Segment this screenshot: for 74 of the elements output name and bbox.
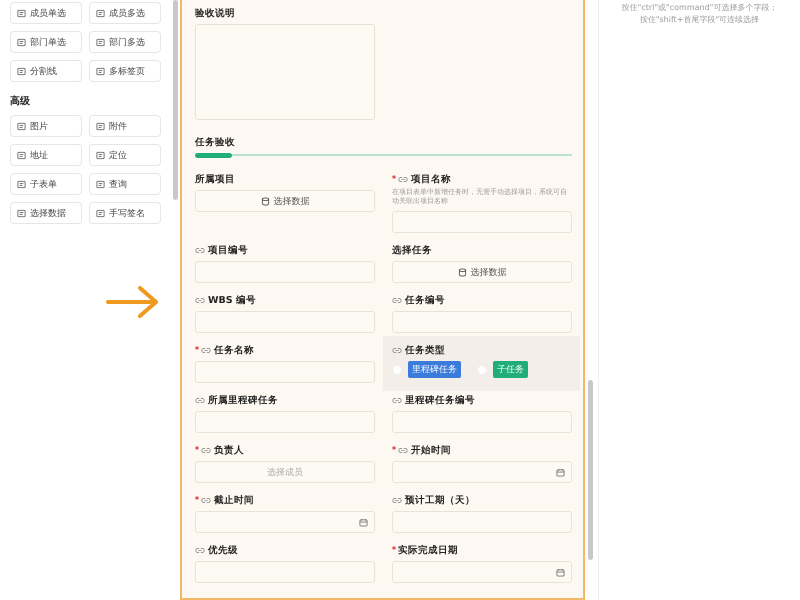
field-type-item[interactable]: 部门单选 bbox=[10, 31, 82, 53]
field-icon bbox=[17, 66, 26, 76]
field-label: 任务类型 bbox=[405, 344, 445, 357]
text-input[interactable] bbox=[195, 261, 375, 284]
field-icon bbox=[17, 122, 26, 130]
section-title: 任务验收 bbox=[195, 136, 236, 149]
field-type-item[interactable]: 部门多选 bbox=[89, 31, 161, 53]
field-icon bbox=[17, 208, 26, 218]
field-type-item[interactable]: 手写签名 bbox=[89, 202, 161, 224]
field-icon bbox=[17, 8, 26, 18]
field-label: 所属里程碑任务 bbox=[208, 394, 278, 407]
date-field[interactable] bbox=[392, 561, 572, 584]
field-label: 截止时间 bbox=[214, 494, 254, 507]
field-type-item[interactable]: 多标签页 bbox=[89, 60, 161, 82]
field-icon bbox=[17, 38, 26, 46]
field-label: 实际完成日期 bbox=[398, 544, 458, 557]
text-input[interactable] bbox=[195, 411, 375, 434]
field-icon bbox=[96, 38, 105, 46]
text-input[interactable] bbox=[392, 211, 572, 234]
field-icon bbox=[17, 180, 26, 188]
field-type-item[interactable]: 选择数据 bbox=[10, 202, 82, 224]
section-indicator bbox=[195, 152, 232, 158]
field-label: 优先级 bbox=[208, 544, 238, 557]
field-label: 里程碑任务编号 bbox=[405, 394, 475, 407]
field-type-item[interactable]: 附件 bbox=[89, 115, 161, 137]
text-input[interactable] bbox=[392, 311, 572, 334]
option-tag: 子任务 bbox=[493, 361, 528, 378]
field-type-item[interactable]: 子表单 bbox=[10, 173, 82, 195]
scrollbar-thumb[interactable] bbox=[173, 0, 178, 200]
scrollbar-thumb[interactable] bbox=[588, 380, 593, 560]
field-label: 预计工期（天） bbox=[405, 494, 475, 507]
field-icon bbox=[17, 150, 26, 160]
field-label: 任务名称 bbox=[214, 344, 254, 357]
field-icon bbox=[96, 8, 105, 18]
field-label: 开始时间 bbox=[411, 444, 451, 457]
calendar-icon bbox=[359, 518, 368, 527]
date-field[interactable] bbox=[392, 461, 572, 484]
calendar-icon bbox=[556, 468, 565, 477]
text-input[interactable] bbox=[392, 411, 572, 434]
database-icon bbox=[458, 268, 466, 277]
field-type-item[interactable]: 地址 bbox=[10, 144, 82, 166]
field-type-item[interactable]: 分割线 bbox=[10, 60, 82, 82]
field-type-item[interactable]: 查询 bbox=[89, 173, 161, 195]
textarea-field[interactable] bbox=[195, 24, 375, 120]
field-label: 验收说明 bbox=[195, 6, 235, 20]
database-icon bbox=[260, 196, 270, 206]
field-icon bbox=[96, 122, 105, 130]
date-field[interactable] bbox=[195, 511, 375, 534]
field-type-item[interactable]: 定位 bbox=[89, 144, 161, 166]
field-icon bbox=[96, 208, 105, 218]
text-input[interactable] bbox=[392, 511, 572, 534]
tip-text: 按住"shift+首尾字段"可连续选择 bbox=[640, 14, 760, 26]
field-label: 负责人 bbox=[214, 444, 244, 457]
field-label: 任务编号 bbox=[405, 294, 445, 307]
field-icon bbox=[96, 180, 105, 188]
field-icon bbox=[96, 66, 105, 76]
field-type-item[interactable]: 成员单选 bbox=[10, 2, 82, 24]
field-label: 选择任务 bbox=[392, 244, 432, 257]
option-tag: 里程碑任务 bbox=[408, 361, 461, 378]
field-type-item[interactable]: 图片 bbox=[10, 115, 82, 137]
tip-text: 按住"ctrl"或"command"可选择多个字段； bbox=[622, 2, 778, 14]
field-label: 项目名称 bbox=[411, 172, 451, 186]
text-input[interactable] bbox=[195, 561, 375, 584]
field-label: 所属项目 bbox=[195, 172, 235, 186]
field-type-item[interactable]: 成员多选 bbox=[89, 2, 161, 24]
text-input[interactable] bbox=[195, 311, 375, 334]
field-icon bbox=[96, 150, 105, 160]
field-label: 项目编号 bbox=[208, 244, 248, 257]
group-heading: 高级 bbox=[10, 94, 31, 108]
select-data-button[interactable]: 选择数据 bbox=[195, 190, 375, 212]
calendar-icon bbox=[556, 568, 565, 577]
text-input[interactable] bbox=[195, 361, 375, 384]
field-label: WBS 编号 bbox=[208, 294, 256, 307]
select-data-button[interactable]: 选择数据 bbox=[392, 261, 572, 284]
